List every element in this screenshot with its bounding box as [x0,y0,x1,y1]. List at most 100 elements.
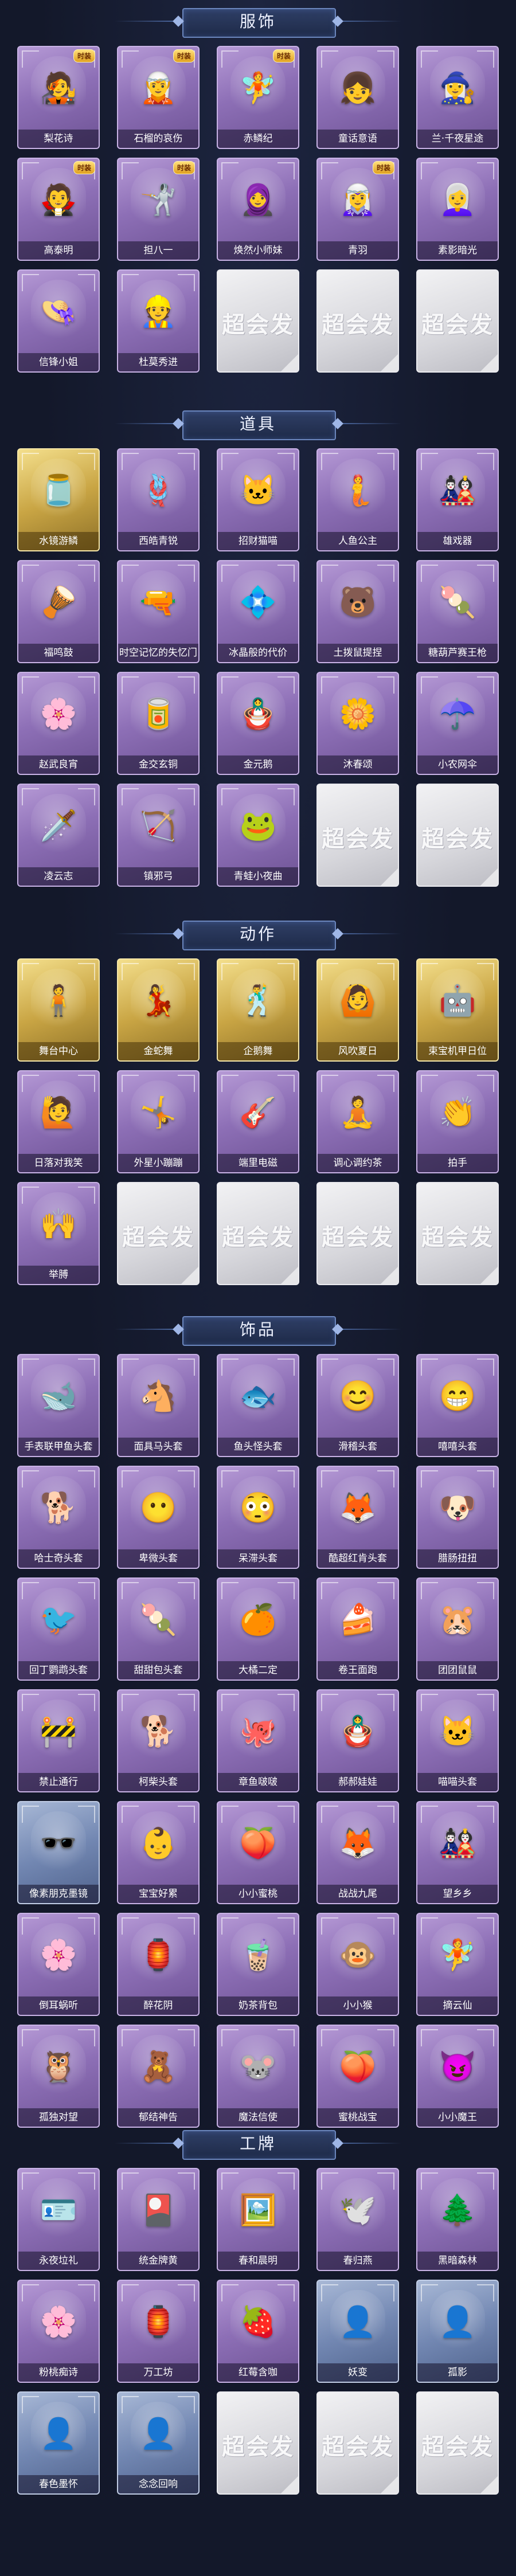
item-card[interactable]: 😁 嘻嘻头套 [416,1354,499,1457]
item-card[interactable]: 🧋 奶茶背包 [217,1913,299,2016]
item-name: 水镜游鳞 [18,532,99,550]
item-card[interactable]: 🙋 日落对我笑 [17,1070,100,1173]
item-card[interactable]: 🌸 粉桃痴诗 [17,2280,100,2383]
item-card[interactable]: 🎎 望乡乡 [416,1801,499,1904]
item-art-icon: 🦊 [330,1476,385,1540]
item-card[interactable]: 👒 信锋小姐 [17,269,100,373]
item-card[interactable]: 👧 童话意语 [316,46,399,149]
item-card[interactable]: 🍡 糖葫芦赛王枪 [416,560,499,663]
item-name: 焕然小师妹 [218,241,298,260]
item-card[interactable]: 🌲 黑暗森林 [416,2168,499,2271]
item-card[interactable]: 🤖 束宝机甲日位 [416,958,499,1062]
item-name: 奶茶背包 [218,1996,298,2015]
item-card[interactable]: 🗡️ 凌云志 [17,784,100,887]
item-card[interactable]: 🐦 回丁鹦鹉头套 [17,1577,100,1681]
item-card[interactable]: 👤 念念回响 [117,2391,200,2495]
item-card[interactable]: 👤 妖变 [316,2280,399,2383]
item-card[interactable]: 🧑‍🎤 时装 梨花诗 [17,46,100,149]
item-card[interactable]: 🐭 魔法信使 [217,2025,299,2128]
item-card[interactable]: ☂️ 小农网伞 [416,672,499,775]
item-card[interactable]: 🐙 章鱼啵啵 [217,1689,299,1792]
item-card[interactable]: 👤 孤影 [416,2280,499,2383]
item-card[interactable]: 🍑 小小蜜桃 [217,1801,299,1904]
item-card[interactable]: 💠 冰晶般的代价 [217,560,299,663]
item-card[interactable]: 🕊️ 春归燕 [316,2168,399,2271]
item-card[interactable]: 🙆 风吹夏日 [316,958,399,1062]
item-card[interactable]: 🧛 时装 高泰明 [17,158,100,261]
item-card[interactable]: 🍡 甜甜包头套 [117,1577,200,1681]
item-card[interactable]: 🐱 喵喵头套 [416,1689,499,1792]
item-card[interactable]: 🎸 端里电磁 [217,1070,299,1173]
item-card[interactable]: 🙌 举膊 [17,1182,100,1285]
item-card[interactable]: 🐕 柯柴头套 [117,1689,200,1792]
item-card[interactable]: 🌸 倒耳蜗听 [17,1913,100,2016]
item-card[interactable]: 🪆 金元鹅 [217,672,299,775]
item-card[interactable]: 🎴 统金牌黄 [117,2168,200,2271]
item-card[interactable]: 😳 呆滞头套 [217,1466,299,1569]
item-card[interactable]: 🐴 面具马头套 [117,1354,200,1457]
item-card[interactable]: 🧝‍♀️ 时装 青羽 [316,158,399,261]
item-card[interactable]: 🧝 时装 石榴的哀伤 [117,46,200,149]
item-card[interactable]: 🪢 西皓青锐 [117,448,200,551]
item-card[interactable]: 🪆 郝郝娃娃 [316,1689,399,1792]
item-card[interactable]: 🌼 沐春颂 [316,672,399,775]
item-card[interactable]: 🧜 人鱼公主 [316,448,399,551]
item-card[interactable]: 🧍 舞台中心 [17,958,100,1062]
item-card[interactable]: 🐻 土拨鼠提捏 [316,560,399,663]
item-card[interactable]: 🏮 醉花阴 [117,1913,200,2016]
item-card[interactable]: 👩‍🦳 素影暗光 [416,158,499,261]
empty-slot: 超会发 [316,784,399,887]
page-fold [480,1267,498,1284]
item-card[interactable]: 🔫 时空记忆的失忆门 [117,560,200,663]
item-card[interactable]: 🪪 永夜垃礼 [17,2168,100,2271]
item-card[interactable]: 🦊 酷超红肯头套 [316,1466,399,1569]
item-card[interactable]: 😶 卑微头套 [117,1466,200,1569]
item-card[interactable]: 🫙 水镜游鳞 [17,448,100,551]
item-card[interactable]: 🧸 郁结神告 [117,2025,200,2128]
item-card[interactable]: 🌸 赵武良宵 [17,672,100,775]
item-card[interactable]: 🖼️ 春和晨明 [217,2168,299,2271]
item-card[interactable]: 🍰 卷王面跑 [316,1577,399,1681]
item-card[interactable]: 👤 春色墨怀 [17,2391,100,2495]
item-card[interactable]: 🦊 战战九尾 [316,1801,399,1904]
item-card[interactable]: 👶 宝宝好累 [117,1801,200,1904]
item-card[interactable]: 🦉 孤独对望 [17,2025,100,2128]
item-card[interactable]: 🎎 雄戏器 [416,448,499,551]
item-card[interactable]: 🧘 调心调约茶 [316,1070,399,1173]
item-name: 鱼头怪头套 [218,1438,298,1456]
item-card[interactable]: 🧚 时装 赤鳞纪 [217,46,299,149]
item-card[interactable]: 🍊 大橘二定 [217,1577,299,1681]
item-card[interactable]: 🧙‍♀️ 兰·千夜星途 [416,46,499,149]
corner-ornament [221,963,239,980]
item-card[interactable]: 🐶 腊肠扭扭 [416,1466,499,1569]
item-card[interactable]: 🐋 手表联甲鱼头套 [17,1354,100,1457]
item-card[interactable]: 🕺 企鹅舞 [217,958,299,1062]
item-card[interactable]: 🧕 焕然小师妹 [217,158,299,261]
item-card[interactable]: 🕶️ 像素朋克墨镜 [17,1801,100,1904]
item-card[interactable]: 🍓 红莓含咖 [217,2280,299,2383]
item-card[interactable]: 🐹 团团鼠鼠 [416,1577,499,1681]
item-card[interactable]: 👏 拍手 [416,1070,499,1173]
item-card[interactable]: 🐸 青蛙小夜曲 [217,784,299,887]
corner-ornament [221,2284,239,2301]
corner-ornament [321,963,338,980]
item-card[interactable]: 🥫 金交玄铜 [117,672,200,775]
item-card[interactable]: 😊 滑稽头套 [316,1354,399,1457]
item-card[interactable]: 🐟 鱼头怪头套 [217,1354,299,1457]
item-card[interactable]: 🏹 镇邪弓 [117,784,200,887]
item-card[interactable]: 🏮 万工坊 [117,2280,200,2383]
item-card[interactable]: 🤺 时装 担八一 [117,158,200,261]
item-card[interactable]: 🪘 福鸣鼓 [17,560,100,663]
corner-ornament [221,788,239,805]
item-card[interactable]: 🐕 哈士奇头套 [17,1466,100,1569]
item-card[interactable]: 🧚 摘云仙 [416,1913,499,2016]
item-card[interactable]: 🚧 禁止通行 [17,1689,100,1792]
item-card[interactable]: 💃 金蛇舞 [117,958,200,1062]
item-card[interactable]: 🐱 招财猫喵 [217,448,299,551]
item-card[interactable]: 🤸 外星小蹦蹦 [117,1070,200,1173]
item-card[interactable]: 🍑 蜜桃战宝 [316,2025,399,2128]
item-card[interactable]: 👷 杜莫秀进 [117,269,200,373]
item-card[interactable]: 🐵 小小猴 [316,1913,399,2016]
corner-ornament [178,1694,195,1711]
item-card[interactable]: 😈 小小魔王 [416,2025,499,2128]
